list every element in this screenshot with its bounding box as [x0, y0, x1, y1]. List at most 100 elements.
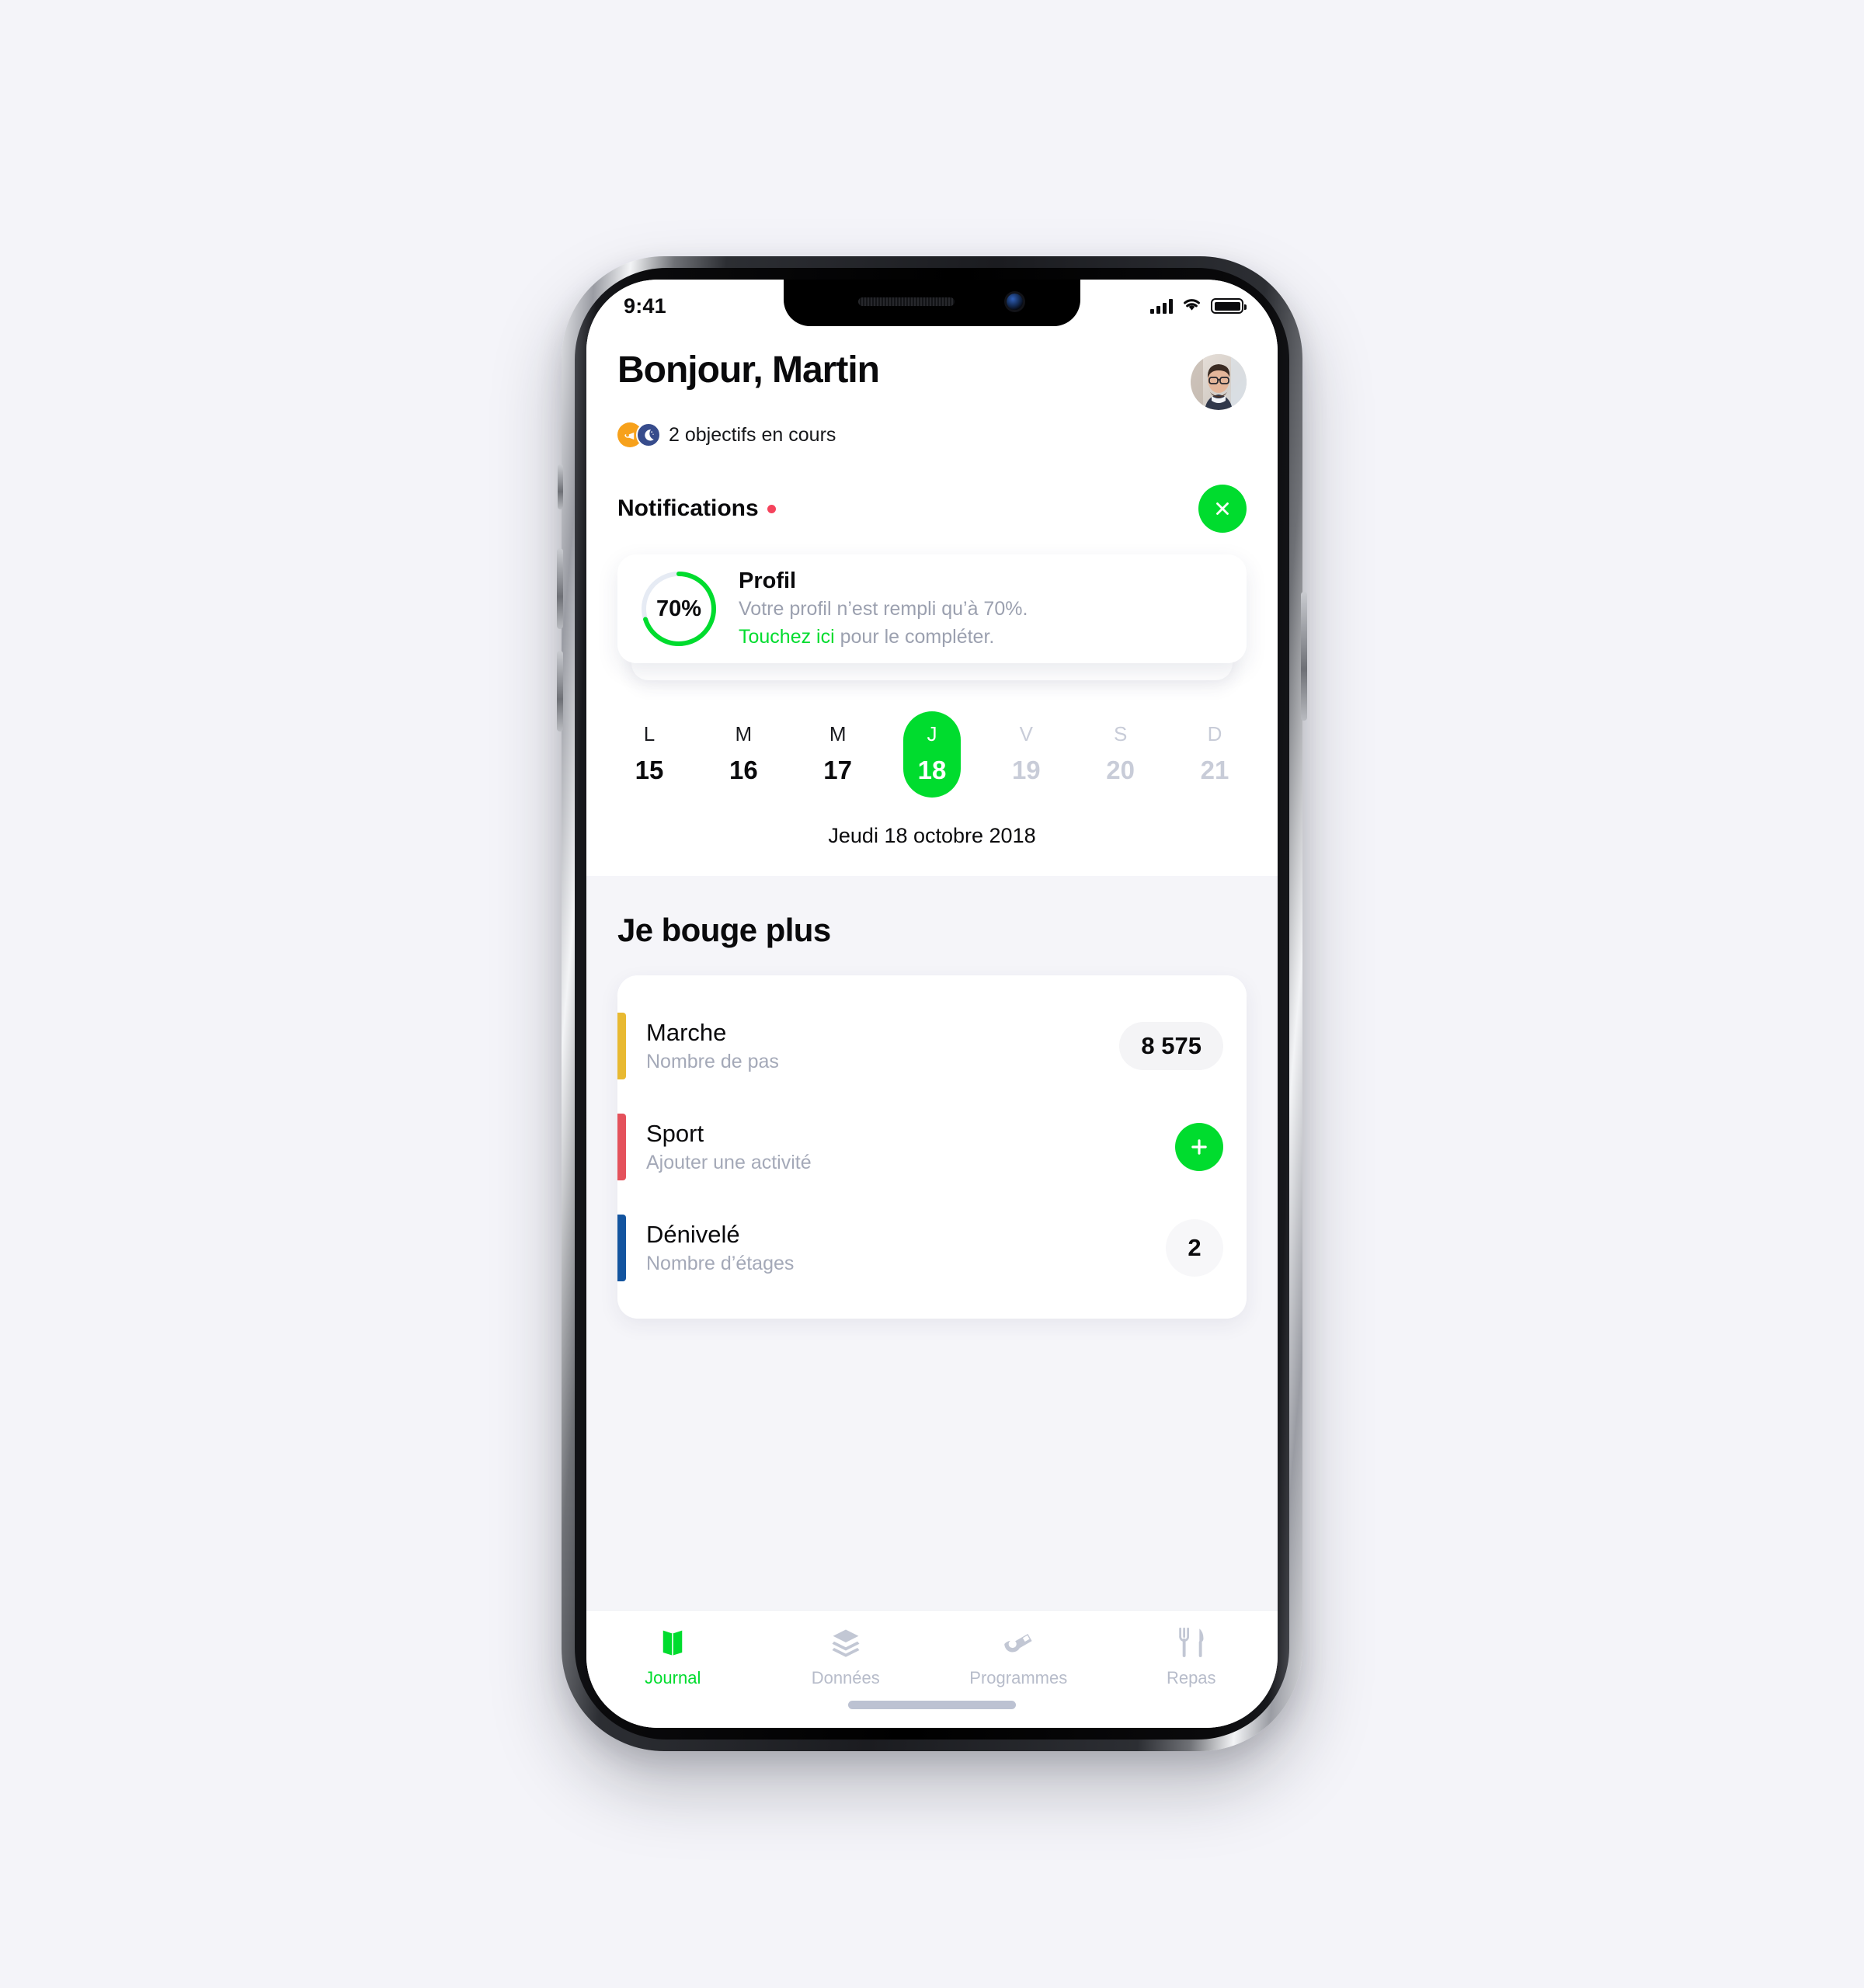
- layers-icon: [829, 1625, 862, 1660]
- table-row[interactable]: Dénivelé Nombre d’étages 2: [617, 1197, 1247, 1298]
- complete-profile-link[interactable]: Touchez ici: [739, 626, 835, 648]
- page-background: 9:41 Bonjour, Martin 2 objectifs en cour…: [0, 0, 1864, 1988]
- signal-bars-icon: [1150, 298, 1173, 314]
- calendar-day-19[interactable]: V 19: [997, 711, 1055, 798]
- activity-value-marche[interactable]: 8 575: [1119, 1022, 1223, 1070]
- activity-list-card: Marche Nombre de pas 8 575 Sport Ajouter…: [617, 975, 1247, 1319]
- unread-dot-badge: [767, 504, 776, 513]
- calendar-day-dow: M: [735, 722, 753, 746]
- calendar-day-15[interactable]: L 15: [621, 711, 678, 798]
- power-button[interactable]: [1301, 592, 1307, 721]
- selected-date-label: Jeudi 18 octobre 2018: [828, 824, 1036, 847]
- volume-down-button[interactable]: [557, 651, 563, 732]
- notification-card-line2: Touchez ici pour le compléter.: [739, 624, 1028, 650]
- status-time: 9:41: [624, 294, 666, 318]
- table-row[interactable]: Marche Nombre de pas 8 575: [617, 996, 1247, 1097]
- calendar-day-dow: J: [927, 722, 937, 746]
- phone-screen: 9:41 Bonjour, Martin 2 objectifs en cour…: [586, 280, 1278, 1728]
- goal-badges: [617, 422, 661, 447]
- goals-label: 2 objectifs en cours: [669, 423, 836, 446]
- cutlery-icon: [1176, 1625, 1207, 1660]
- front-camera-icon: [1007, 294, 1023, 310]
- calendar-day-num: 16: [729, 756, 758, 784]
- activity-name: Sport: [646, 1120, 704, 1147]
- notification-card-line2-rest: pour le compléter.: [834, 625, 995, 648]
- calendar-day-num: 17: [823, 756, 853, 784]
- tab-label: Données: [811, 1668, 880, 1687]
- iphone-device-mockup: 9:41 Bonjour, Martin 2 objectifs en cour…: [557, 256, 1307, 1751]
- notifications-title-wrap: Notifications: [617, 495, 776, 522]
- tab-programmes[interactable]: Programmes: [932, 1625, 1105, 1688]
- whistle-icon: [1001, 1625, 1035, 1660]
- calendar-day-17[interactable]: M 17: [809, 711, 867, 798]
- calendar-day-num: 19: [1011, 756, 1041, 784]
- activity-subtitle: Ajouter une activité: [646, 1152, 812, 1173]
- whistle-icon: [624, 433, 635, 440]
- calendar-day-dow: V: [1019, 722, 1033, 746]
- tab-repas[interactable]: Repas: [1105, 1625, 1278, 1688]
- calendar-day-18-selected[interactable]: J 18: [902, 711, 961, 798]
- avatar[interactable]: [1191, 354, 1247, 410]
- sleep-goal-badge: [636, 422, 661, 447]
- notifications-title: Notifications: [617, 495, 759, 521]
- moon-stars-icon: [645, 429, 654, 441]
- calendar-day-dow: L: [643, 722, 656, 746]
- calendar-day-16[interactable]: M 16: [715, 711, 772, 798]
- add-activity-button[interactable]: [1175, 1123, 1223, 1171]
- notification-card-line1: Votre profil n’est rempli qu’à 70%.: [739, 597, 1028, 620]
- avatar-photo: [1191, 354, 1247, 410]
- activity-texts: Marche Nombre de pas: [646, 1019, 1119, 1073]
- calendar-day-num: 15: [635, 756, 664, 784]
- header-section: Bonjour, Martin 2 objectifs en cours Not…: [586, 280, 1278, 876]
- wifi-icon: [1181, 297, 1202, 316]
- calendar-day-dow: S: [1113, 722, 1128, 746]
- activity-name: Dénivelé: [646, 1221, 740, 1248]
- calendar-day-num: 20: [1106, 756, 1135, 784]
- profile-progress-ring: 70%: [639, 569, 718, 648]
- earpiece-speaker-icon: [858, 297, 955, 306]
- volume-up-button[interactable]: [557, 548, 563, 629]
- home-indicator[interactable]: [848, 1701, 1016, 1709]
- activity-texts: Dénivelé Nombre d’étages: [646, 1221, 1166, 1275]
- goals-row: 2 objectifs en cours: [617, 422, 1247, 447]
- notification-card-profile[interactable]: 70% Profil Votre profil n’est rempli qu’…: [617, 554, 1247, 663]
- activity-color-bar-sport: [617, 1114, 626, 1180]
- close-icon: [1216, 502, 1229, 515]
- calendar-day-21[interactable]: D 21: [1186, 711, 1243, 798]
- open-book-icon: [656, 1625, 689, 1660]
- table-row[interactable]: Sport Ajouter une activité: [617, 1097, 1247, 1197]
- activity-subtitle: Nombre de pas: [646, 1051, 779, 1072]
- calendar-day-20[interactable]: S 20: [1092, 711, 1149, 798]
- app-root: Bonjour, Martin 2 objectifs en cours Not…: [586, 280, 1278, 1728]
- calendar-day-num: 21: [1200, 756, 1229, 784]
- bottom-tab-bar: Journal Données Programmes Repas: [586, 1610, 1278, 1728]
- profile-progress-label: 70%: [656, 596, 702, 621]
- notification-card-title: Profil: [739, 568, 797, 593]
- greeting-row: Bonjour, Martin: [617, 351, 1247, 410]
- activity-name: Marche: [646, 1019, 727, 1046]
- activity-color-bar-marche: [617, 1013, 626, 1079]
- battery-full-icon: [1211, 298, 1247, 314]
- tab-label: Journal: [645, 1668, 701, 1687]
- device-notch: [784, 280, 1080, 326]
- calendar-day-num: 18: [917, 756, 947, 784]
- tab-label: Programmes: [969, 1668, 1068, 1687]
- close-notifications-button[interactable]: [1198, 485, 1247, 533]
- tab-journal[interactable]: Journal: [586, 1625, 760, 1688]
- page-title: Bonjour, Martin: [617, 349, 880, 391]
- status-icons: [1150, 297, 1247, 316]
- notification-card-body: Profil Votre profil n’est rempli qu’à 70…: [739, 568, 1028, 650]
- activity-color-bar-denivele: [617, 1215, 626, 1281]
- notifications-header: Notifications: [617, 485, 1247, 533]
- calendar-day-dow: M: [829, 722, 847, 746]
- tab-label: Repas: [1166, 1668, 1216, 1687]
- tab-donnees[interactable]: Données: [760, 1625, 933, 1688]
- activity-subtitle: Nombre d’étages: [646, 1253, 795, 1274]
- section-title: Je bouge plus: [617, 912, 831, 948]
- plus-icon: [1191, 1139, 1207, 1155]
- calendar-day-dow: D: [1207, 722, 1222, 746]
- activity-texts: Sport Ajouter une activité: [646, 1120, 1175, 1174]
- mute-switch[interactable]: [558, 464, 563, 509]
- notification-card-stack: 70% Profil Votre profil n’est rempli qu’…: [617, 554, 1247, 680]
- activity-value-denivele[interactable]: 2: [1166, 1219, 1223, 1277]
